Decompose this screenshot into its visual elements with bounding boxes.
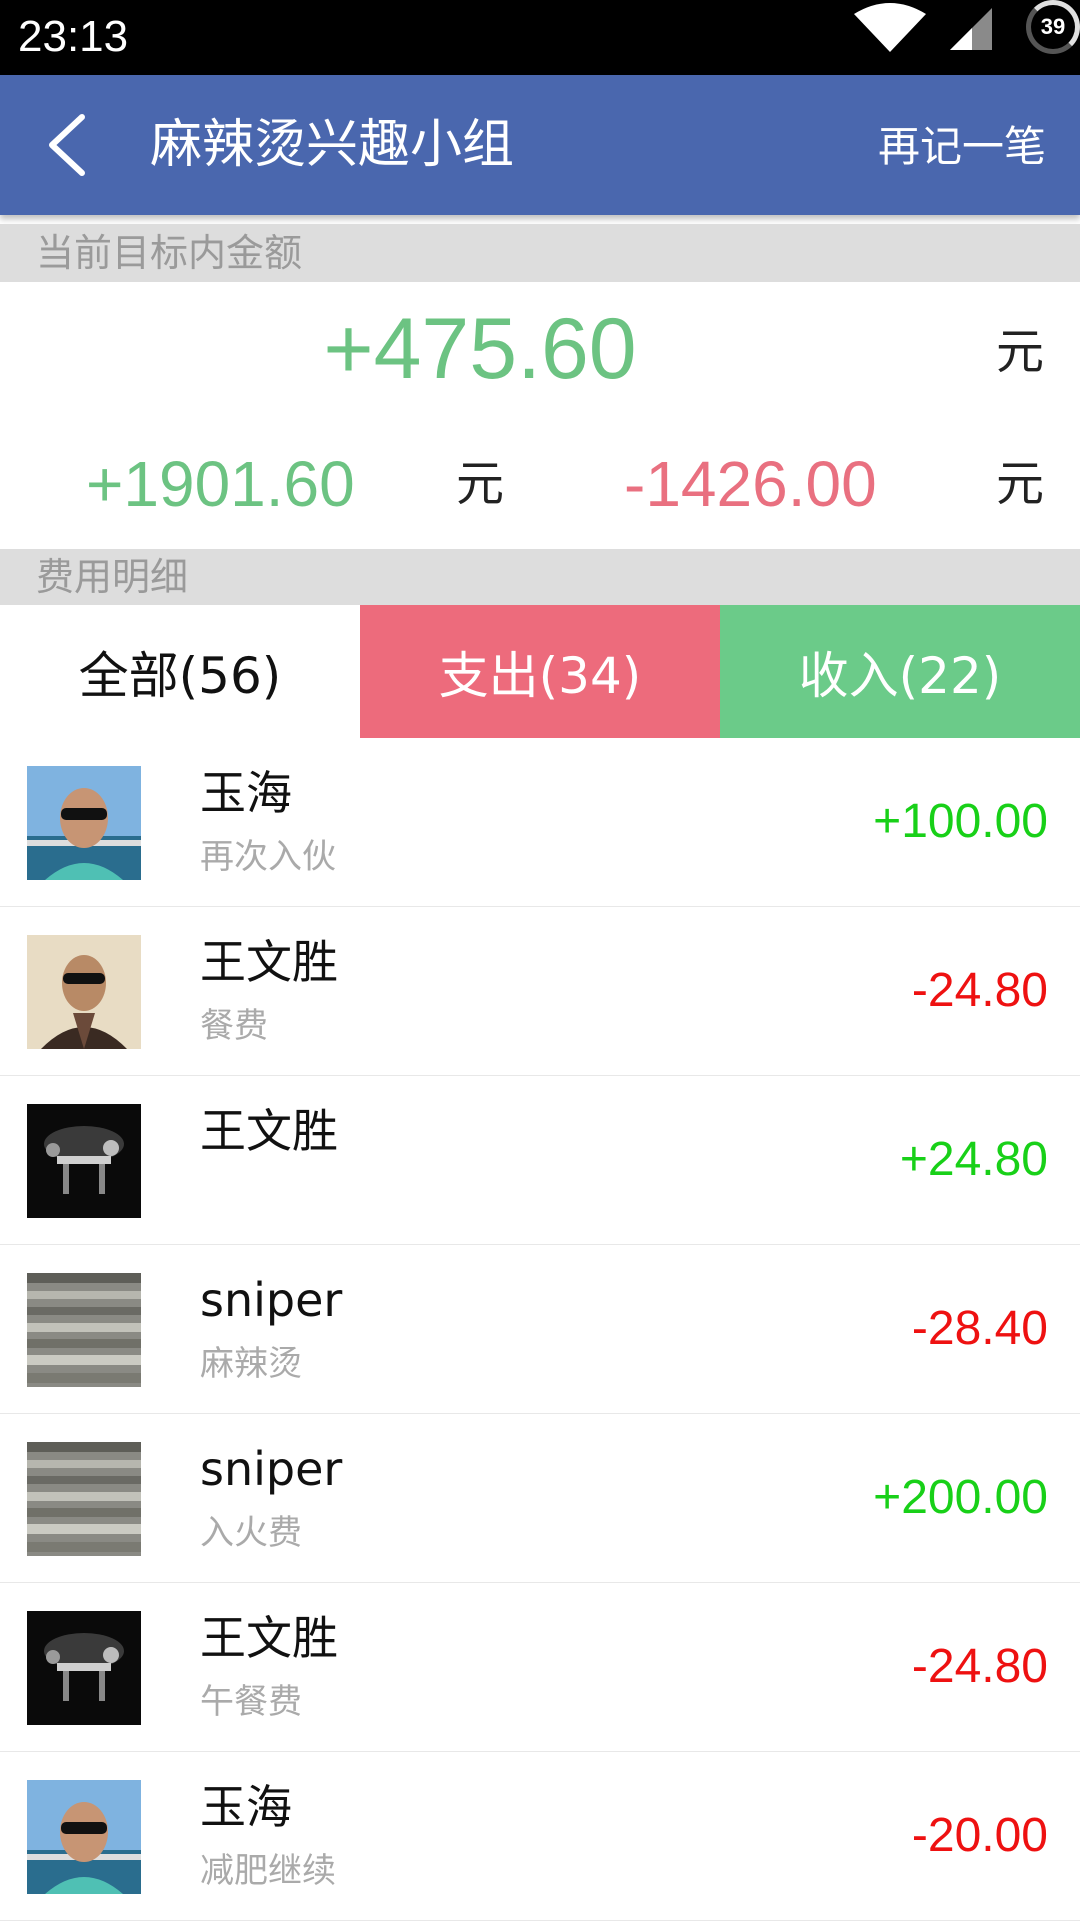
list-item[interactable]: sniper 入火费 +200.00	[0, 1414, 1080, 1583]
record-name: sniper	[200, 1273, 343, 1327]
record-note: 入火费	[200, 1513, 302, 1553]
total-unit: 元	[996, 324, 1045, 380]
app-bar: 麻辣烫兴趣小组 再记一笔	[0, 75, 1080, 215]
record-name: 玉海	[200, 1780, 292, 1834]
tab-expense[interactable]: 支出(34)	[360, 605, 720, 738]
tab-income[interactable]: 收入(22)	[720, 605, 1080, 738]
income-total: +1901.60	[86, 448, 355, 520]
wifi-icon	[854, 3, 926, 52]
tab-all[interactable]: 全部(56)	[0, 605, 360, 738]
avatar	[27, 1611, 141, 1725]
avatar	[27, 1273, 141, 1387]
avatar	[27, 935, 141, 1049]
battery-icon: 39	[1026, 0, 1080, 54]
list-item[interactable]: 王文胜 餐费 -24.80	[0, 907, 1080, 1076]
record-amount: -28.40	[911, 1302, 1048, 1355]
status-bar: 23:13 39	[0, 0, 1080, 75]
income-unit: 元	[456, 456, 505, 512]
total-amount: +475.60	[323, 301, 637, 397]
signal-icon	[950, 8, 992, 50]
record-note: 午餐费	[200, 1682, 302, 1722]
record-amount: -20.00	[911, 1809, 1048, 1862]
list-item[interactable]: 玉海 减肥继续 -20.00	[0, 1752, 1080, 1921]
record-name: 王文胜	[200, 935, 338, 989]
list-item[interactable]: 王文胜 +24.80	[0, 1076, 1080, 1245]
avatar	[27, 766, 141, 880]
list-item[interactable]: 王文胜 午餐费 -24.80	[0, 1583, 1080, 1752]
list-item[interactable]: sniper 麻辣烫 -28.40	[0, 1245, 1080, 1414]
avatar	[27, 1104, 141, 1218]
add-record-button[interactable]: 再记一笔	[878, 119, 1046, 175]
record-note: 餐费	[200, 1006, 268, 1046]
record-amount: +100.00	[873, 795, 1048, 848]
record-list: 玉海 再次入伙 +100.00 王文胜 餐费 -24.80 王文胜 +24.80…	[0, 738, 1080, 1921]
avatar	[27, 1442, 141, 1556]
avatar	[27, 1780, 141, 1894]
record-amount: +24.80	[899, 1133, 1048, 1186]
summary-section-header: 当前目标内金额	[0, 224, 1080, 282]
status-time: 23:13	[18, 12, 129, 61]
battery-level: 39	[1040, 14, 1066, 39]
details-section-header: 费用明细	[0, 549, 1080, 605]
record-name: 王文胜	[200, 1611, 338, 1665]
page-title: 麻辣烫兴趣小组	[150, 115, 515, 175]
record-amount: -24.80	[911, 964, 1048, 1017]
record-name: 王文胜	[200, 1104, 338, 1158]
record-note: 减肥继续	[200, 1851, 336, 1891]
record-note: 再次入伙	[200, 837, 336, 877]
filter-tabs: 全部(56) 支出(34) 收入(22)	[0, 605, 1080, 738]
record-amount: -24.80	[911, 1640, 1048, 1693]
expense-total: -1426.00	[624, 448, 877, 520]
list-item[interactable]: 玉海 再次入伙 +100.00	[0, 738, 1080, 907]
record-name: sniper	[200, 1442, 343, 1496]
record-note: 麻辣烫	[200, 1344, 302, 1384]
record-amount: +200.00	[873, 1471, 1048, 1524]
record-name: 玉海	[200, 766, 292, 820]
back-arrow-icon[interactable]	[44, 113, 92, 177]
expense-unit: 元	[996, 456, 1045, 512]
